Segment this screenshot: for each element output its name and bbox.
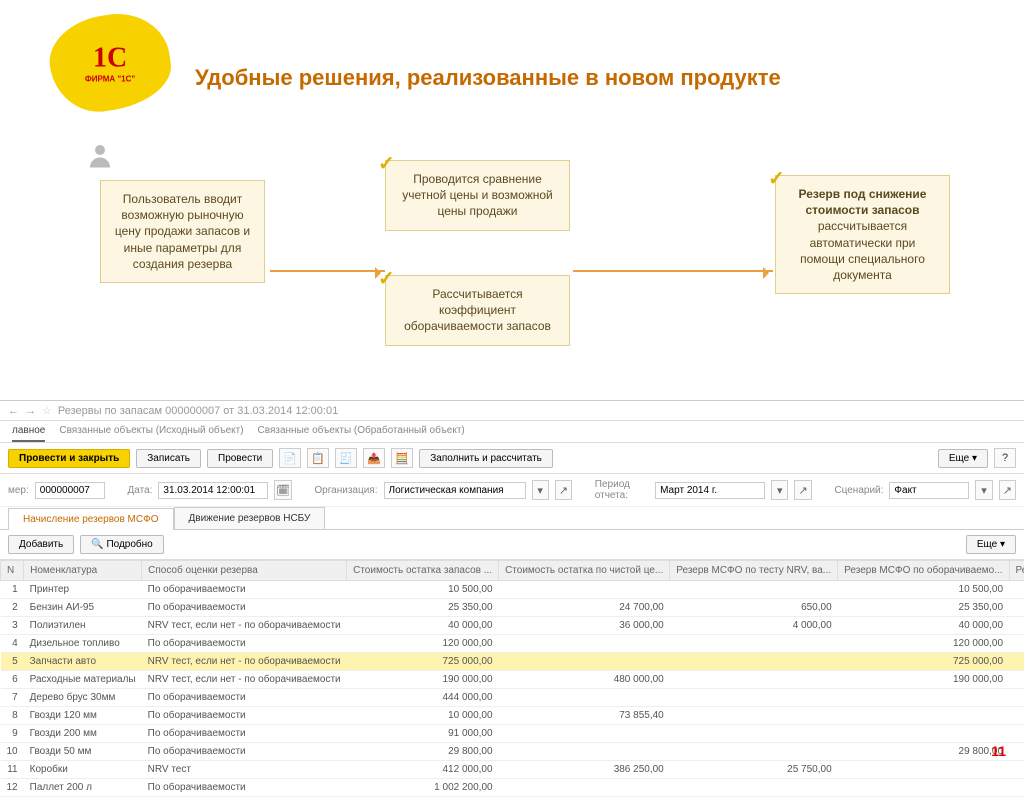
col-nrv[interactable]: Резерв МСФО по тесту NRV, ва... bbox=[670, 561, 838, 581]
table-row[interactable]: 1ПринтерПо оборачиваемости10 500,0010 50… bbox=[1, 581, 1024, 599]
diagram: Пользователь вводит возможную рыночную ц… bbox=[75, 145, 955, 385]
col-netcost[interactable]: Стоимость остатка по чистой це... bbox=[499, 561, 670, 581]
number-label: мер: bbox=[8, 485, 29, 496]
movements-icon[interactable]: 📋 bbox=[307, 448, 329, 468]
diagram-box-user-input: Пользователь вводит возможную рыночную ц… bbox=[100, 180, 265, 283]
date-field[interactable] bbox=[158, 482, 268, 499]
period-field[interactable] bbox=[655, 482, 765, 499]
fill-calculate-button[interactable]: Заполнить и рассчитать bbox=[419, 449, 553, 468]
org-field[interactable] bbox=[384, 482, 526, 499]
date-label: Дата: bbox=[127, 485, 152, 496]
add-row-button[interactable]: Добавить bbox=[8, 535, 74, 554]
page-title: Удобные решения, реализованные в новом п… bbox=[195, 65, 781, 91]
col-cost[interactable]: Стоимость остатка запасов ... bbox=[347, 561, 499, 581]
arrow bbox=[573, 270, 773, 272]
col-turnover[interactable]: Резерв МСФО по оборачиваемо... bbox=[838, 561, 1009, 581]
more-button[interactable]: Еще ▾ bbox=[938, 449, 988, 468]
check-icon: ✓ bbox=[768, 166, 785, 193]
window-title: Резервы по запасам 000000007 от 31.03.20… bbox=[58, 405, 338, 417]
open-icon[interactable]: ↗ bbox=[794, 480, 811, 500]
dropdown-icon[interactable]: ▾ bbox=[771, 480, 788, 500]
tab-nsbu-movement[interactable]: Движение резервов НСБУ bbox=[174, 507, 326, 529]
table-row[interactable]: 3ПолиэтиленNRV тест, если нет - по обора… bbox=[1, 617, 1024, 635]
logo-subtitle: ФИРМА "1С" bbox=[85, 74, 135, 83]
toolbar: Провести и закрыть Записать Провести 📄 📋… bbox=[0, 443, 1024, 474]
col-method[interactable]: Способ оценки резерва bbox=[142, 561, 347, 581]
diagram-box-turnover: ✓Рассчитывается коэффициент оборачиваемо… bbox=[385, 275, 570, 346]
post-button[interactable]: Провести bbox=[207, 449, 273, 468]
grid-toolbar: Добавить 🔍 Подробно Еще ▾ bbox=[0, 530, 1024, 560]
dropdown-icon[interactable]: ▾ bbox=[975, 480, 992, 500]
table-row[interactable]: 8Гвозди 120 ммПо оборачиваемости10 000,0… bbox=[1, 707, 1024, 725]
org-label: Организация: bbox=[314, 485, 377, 496]
open-icon[interactable]: ↗ bbox=[555, 480, 572, 500]
object-tabs: лавное Связанные объекты (Исходный объек… bbox=[0, 421, 1024, 443]
app-window: ← → ☆ Резервы по запасам 000000007 от 31… bbox=[0, 400, 1024, 797]
tab-msfo-accrual[interactable]: Начисление резервов МСФО bbox=[8, 508, 174, 530]
save-button[interactable]: Записать bbox=[136, 449, 201, 468]
table-row[interactable]: 11КоробкиNRV тест412 000,00386 250,0025 … bbox=[1, 761, 1024, 779]
link-icon[interactable]: 🧮 bbox=[391, 448, 413, 468]
arrow bbox=[270, 270, 385, 272]
page-number: 11 bbox=[991, 743, 1006, 759]
tab-main[interactable]: лавное bbox=[12, 425, 45, 442]
check-icon: ✓ bbox=[378, 151, 395, 178]
table-row[interactable]: 12Паллет 200 лПо оборачиваемости1 002 20… bbox=[1, 779, 1024, 797]
forward-icon[interactable]: → bbox=[25, 405, 36, 417]
tab-linked-processed[interactable]: Связанные объекты (Обработанный объект) bbox=[258, 425, 465, 442]
dropdown-icon[interactable]: ▾ bbox=[532, 480, 549, 500]
table-row[interactable]: 2Бензин АИ-95По оборачиваемости25 350,00… bbox=[1, 599, 1024, 617]
col-total[interactable]: Резерв МСФО итого... bbox=[1009, 561, 1024, 581]
report-icon[interactable]: 📄 bbox=[279, 448, 301, 468]
number-field[interactable] bbox=[35, 482, 105, 499]
table-row[interactable]: 7Дерево брус 30ммПо оборачиваемости444 0… bbox=[1, 689, 1024, 707]
user-icon bbox=[85, 140, 115, 170]
back-icon[interactable]: ← bbox=[8, 405, 19, 417]
scenario-field[interactable] bbox=[889, 482, 969, 499]
table-row[interactable]: 4Дизельное топливоПо оборачиваемости120 … bbox=[1, 635, 1024, 653]
col-n[interactable]: N bbox=[1, 561, 24, 581]
star-icon[interactable]: ☆ bbox=[42, 404, 52, 417]
detail-button[interactable]: 🔍 Подробно bbox=[80, 535, 164, 554]
logo: 1C ФИРМА "1С" bbox=[44, 7, 176, 118]
diagram-box-reserve: ✓Резерв под снижение стоимости запасов р… bbox=[775, 175, 950, 294]
table-row[interactable]: 6Расходные материалыNRV тест, если нет -… bbox=[1, 671, 1024, 689]
diagram-box-compare: ✓Проводится сравнение учетной цены и воз… bbox=[385, 160, 570, 231]
help-icon[interactable]: ? bbox=[994, 448, 1016, 468]
tab-linked-source[interactable]: Связанные объекты (Исходный объект) bbox=[59, 425, 243, 442]
period-label: Период отчета: bbox=[595, 479, 649, 501]
export-icon[interactable]: 📤 bbox=[363, 448, 385, 468]
subtabs: Начисление резервов МСФО Движение резерв… bbox=[0, 507, 1024, 530]
open-icon[interactable]: ↗ bbox=[999, 480, 1016, 500]
col-nomenclature[interactable]: Номенклатура bbox=[24, 561, 142, 581]
reserve-grid[interactable]: N Номенклатура Способ оценки резерва Сто… bbox=[0, 560, 1024, 797]
scenario-label: Сценарий: bbox=[834, 485, 883, 496]
table-row[interactable]: 5Запчасти автоNRV тест, если нет - по об… bbox=[1, 653, 1024, 671]
print-icon[interactable]: 🧾 bbox=[335, 448, 357, 468]
post-close-button[interactable]: Провести и закрыть bbox=[8, 449, 130, 468]
window-header: ← → ☆ Резервы по запасам 000000007 от 31… bbox=[0, 401, 1024, 421]
table-row[interactable]: 9Гвозди 200 ммПо оборачиваемости91 000,0… bbox=[1, 725, 1024, 743]
table-row[interactable]: 10Гвозди 50 ммПо оборачиваемости29 800,0… bbox=[1, 743, 1024, 761]
calendar-icon[interactable]: 🗓 bbox=[274, 480, 291, 500]
form-row: мер: Дата: 🗓 Организация: ▾ ↗ Период отч… bbox=[0, 474, 1024, 507]
grid-more-button[interactable]: Еще ▾ bbox=[966, 535, 1016, 554]
logo-brand: 1C bbox=[85, 42, 135, 74]
